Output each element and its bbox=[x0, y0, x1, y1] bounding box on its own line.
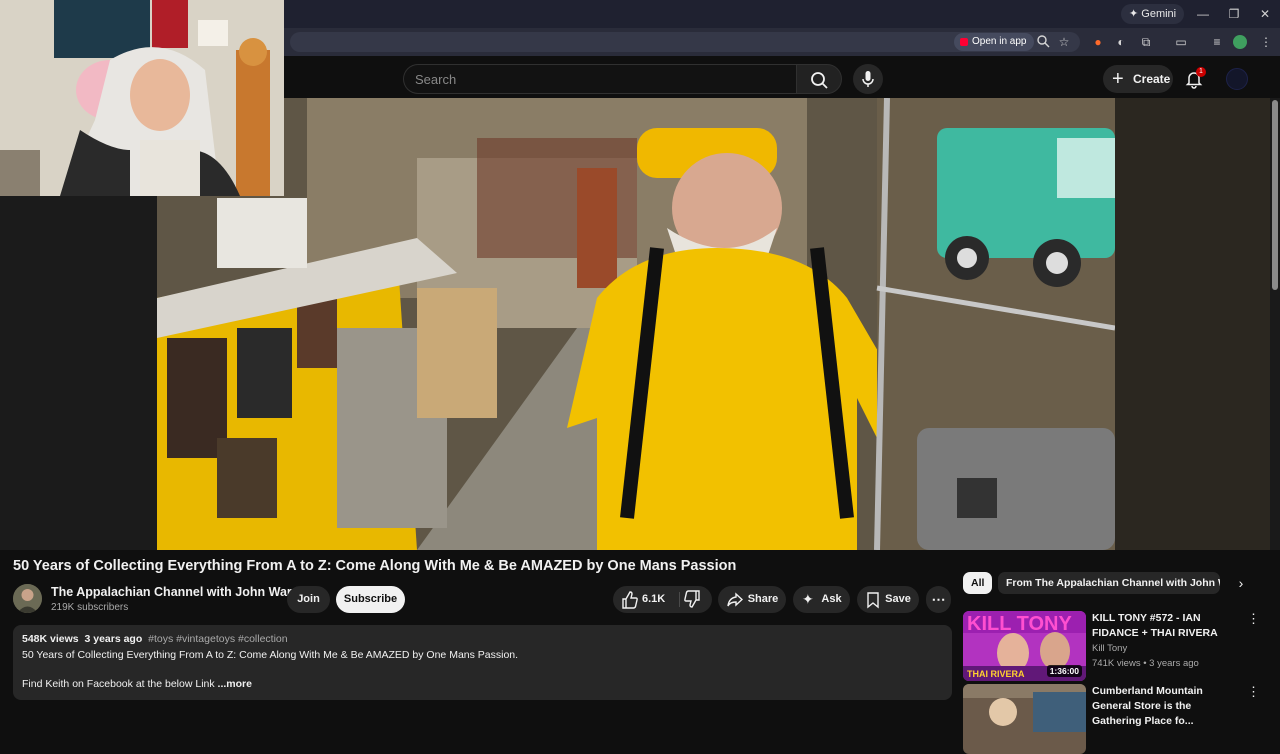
bookmark-star-icon[interactable]: ☆ bbox=[1056, 34, 1072, 50]
recommended-video-title[interactable]: KILL TONY #572 - IAN FIDANCE + THAI RIVE… bbox=[1092, 611, 1242, 641]
save-button[interactable]: Save bbox=[857, 586, 919, 613]
cast-icon[interactable]: ▭ bbox=[1173, 34, 1189, 50]
like-dislike-group: 6.1K bbox=[613, 586, 712, 613]
webcam-overlay bbox=[0, 0, 284, 196]
more-actions-button[interactable]: ⋯ bbox=[926, 586, 951, 613]
video-frame[interactable] bbox=[157, 98, 1115, 550]
profile-avatar[interactable] bbox=[1233, 35, 1247, 49]
recommended-video-channel[interactable]: Kill Tony bbox=[1092, 643, 1127, 654]
share-button[interactable]: Share bbox=[718, 586, 786, 613]
show-more-link[interactable]: ...more bbox=[218, 678, 252, 690]
ask-label: Ask bbox=[821, 593, 842, 605]
video-thumbnail[interactable] bbox=[963, 684, 1086, 754]
notification-badge: 1 bbox=[1196, 67, 1206, 77]
scrollbar-thumb[interactable] bbox=[1272, 100, 1278, 290]
create-button[interactable]: + Create bbox=[1103, 65, 1173, 93]
channel-avatar[interactable] bbox=[13, 584, 42, 613]
open-in-app-label: Open in app bbox=[972, 36, 1027, 47]
gemini-label: Gemini bbox=[1141, 8, 1177, 20]
puzzle-icon[interactable]: ⧉ bbox=[1138, 34, 1154, 50]
thumbs-down-icon bbox=[684, 590, 700, 608]
save-label: Save bbox=[885, 593, 911, 605]
bookmark-icon bbox=[866, 586, 880, 624]
video-frame-image bbox=[157, 98, 1115, 550]
menu-kebab-icon[interactable]: ⋮ bbox=[1247, 684, 1260, 700]
extension-icon[interactable]: ● bbox=[1090, 34, 1106, 50]
search-icon bbox=[811, 72, 828, 89]
share-label: Share bbox=[747, 593, 779, 605]
open-in-app-button[interactable]: Open in app bbox=[954, 33, 1034, 51]
search-input[interactable] bbox=[404, 65, 796, 93]
video-background-right bbox=[1115, 98, 1270, 550]
video-title: 50 Years of Collecting Everything From A… bbox=[13, 558, 737, 574]
subscribe-label: Subscribe bbox=[343, 593, 398, 605]
view-count: 548K views bbox=[22, 633, 79, 645]
webcam-image bbox=[0, 0, 284, 196]
upload-age: 3 years ago bbox=[84, 633, 143, 645]
menu-kebab-icon[interactable]: ⋮ bbox=[1247, 611, 1260, 627]
recommended-video-stats: 741K views • 3 years ago bbox=[1092, 658, 1199, 669]
sparkle-icon: ✦ bbox=[802, 591, 814, 607]
channel-name[interactable]: The Appalachian Channel with John Ward bbox=[51, 585, 299, 599]
description-box[interactable]: 548K views 3 years ago #toys #vintagetoy… bbox=[13, 625, 952, 700]
like-count: 6.1K bbox=[642, 593, 666, 605]
video-duration: 1:36:00 bbox=[1046, 665, 1082, 677]
like-divider bbox=[679, 592, 680, 607]
chevron-right-icon[interactable]: › bbox=[1233, 574, 1249, 592]
thumb-text: THAI RIVERA bbox=[967, 669, 1025, 679]
restore-icon[interactable]: ❐ bbox=[1219, 4, 1249, 24]
recommended-video[interactable]: Cumberland Mountain General Store is the… bbox=[963, 684, 1263, 754]
like-button[interactable] bbox=[621, 586, 639, 624]
search-box bbox=[403, 64, 796, 94]
video-thumbnail[interactable]: KILL TONY THAI RIVERA 1:36:00 bbox=[963, 611, 1086, 681]
search-button[interactable] bbox=[796, 64, 842, 94]
close-icon[interactable]: ✕ bbox=[1250, 4, 1280, 24]
join-label: Join bbox=[297, 593, 320, 605]
create-label: Create bbox=[1133, 72, 1171, 86]
microphone-icon bbox=[862, 71, 874, 87]
hashtags[interactable]: #toys #vintagetoys #collection bbox=[148, 633, 288, 645]
media-icon[interactable]: ≡ bbox=[1209, 34, 1225, 50]
recommended-video[interactable]: KILL TONY THAI RIVERA 1:36:00 KILL TONY … bbox=[963, 611, 1263, 681]
minimize-icon[interactable]: — bbox=[1188, 4, 1218, 24]
account-avatar[interactable] bbox=[1226, 68, 1248, 90]
thumbs-up-icon bbox=[622, 591, 638, 609]
share-icon bbox=[727, 586, 744, 624]
more-horizontal-icon: ⋯ bbox=[931, 591, 946, 607]
thumb-text: KILL TONY bbox=[967, 613, 1072, 635]
description-line: 50 Years of Collecting Everything From A… bbox=[22, 649, 519, 661]
join-button[interactable]: Join bbox=[287, 586, 330, 613]
gemini-button[interactable]: ✦ Gemini bbox=[1121, 4, 1185, 24]
extension-icon[interactable]: ◐ bbox=[1113, 34, 1129, 50]
chip-from-channel[interactable]: From The Appalachian Channel with John W… bbox=[998, 572, 1220, 594]
description-line: Find Keith on Facebook at the below Link… bbox=[22, 678, 252, 690]
plus-icon: + bbox=[1112, 68, 1124, 90]
description-line-text: Find Keith on Facebook at the below Link bbox=[22, 678, 215, 690]
channel-subscriber-count: 219K subscribers bbox=[51, 602, 129, 613]
recommended-video-title[interactable]: Cumberland Mountain General Store is the… bbox=[1092, 684, 1242, 729]
youtube-icon bbox=[960, 38, 968, 46]
thumbnail-image bbox=[963, 684, 1086, 754]
voice-search-button[interactable] bbox=[853, 64, 883, 94]
description-meta: 548K views 3 years ago #toys #vintagetoy… bbox=[22, 633, 288, 645]
dislike-button[interactable] bbox=[683, 586, 701, 624]
subscribe-button[interactable]: Subscribe bbox=[336, 586, 405, 613]
zoom-icon[interactable] bbox=[1035, 34, 1051, 50]
ask-button[interactable]: ✦ Ask bbox=[793, 586, 850, 613]
chip-all[interactable]: All bbox=[963, 572, 992, 594]
menu-kebab-icon[interactable]: ⋮ bbox=[1258, 34, 1274, 50]
